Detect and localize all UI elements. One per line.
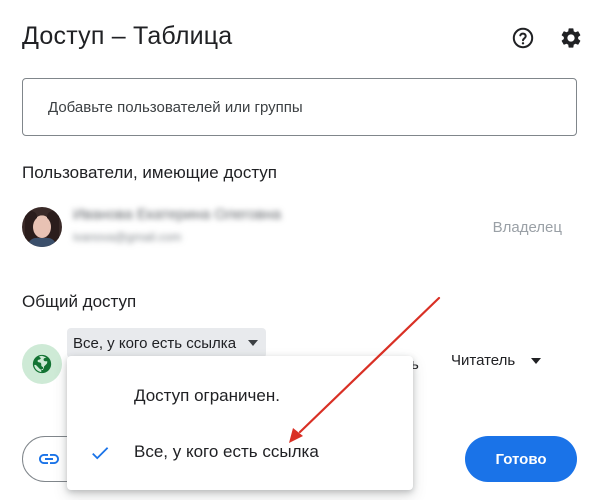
help-circle-icon [512,27,534,49]
checkmark-icon [92,447,109,460]
globe-icon [32,354,52,374]
general-access-icon-badge [22,344,62,384]
general-access-menu: Доступ ограничен. Все, у кого есть ссылк… [67,356,413,490]
add-people-input[interactable] [22,78,577,136]
general-access-title: Общий доступ [22,292,137,311]
share-dialog: Доступ – Таблица Пользователи, имеющие д… [0,0,600,500]
settings-button[interactable] [558,25,584,51]
role-dropdown[interactable]: Читатель [451,352,542,369]
menu-item-label: Все, у кого есть ссылка [134,442,319,461]
user-name: Иванова Екатерина Олеговна [73,206,282,223]
menu-item-label: Доступ ограничен. [134,386,280,405]
caret-down-icon [531,357,542,364]
menu-item-anyone-with-link[interactable]: Все, у кого есть ссылка [67,424,413,480]
dialog-title: Доступ – Таблица [22,22,233,50]
link-icon [39,454,59,464]
general-access-selected: Все, у кого есть ссылка [73,334,237,352]
user-email: ivanova@gmail.com [73,230,182,244]
role-label: Читатель [451,352,516,369]
help-button[interactable] [510,25,536,51]
gear-icon [561,28,581,48]
people-with-access-title: Пользователи, имеющие доступ [22,163,278,182]
caret-down-icon [248,340,259,346]
done-button[interactable]: Готово [465,436,577,482]
owner-role-label: Владелец [492,219,562,236]
menu-item-restricted[interactable]: Доступ ограничен. [67,368,413,424]
general-access-dropdown[interactable]: Все, у кого есть ссылка [67,328,267,358]
avatar [22,207,62,247]
